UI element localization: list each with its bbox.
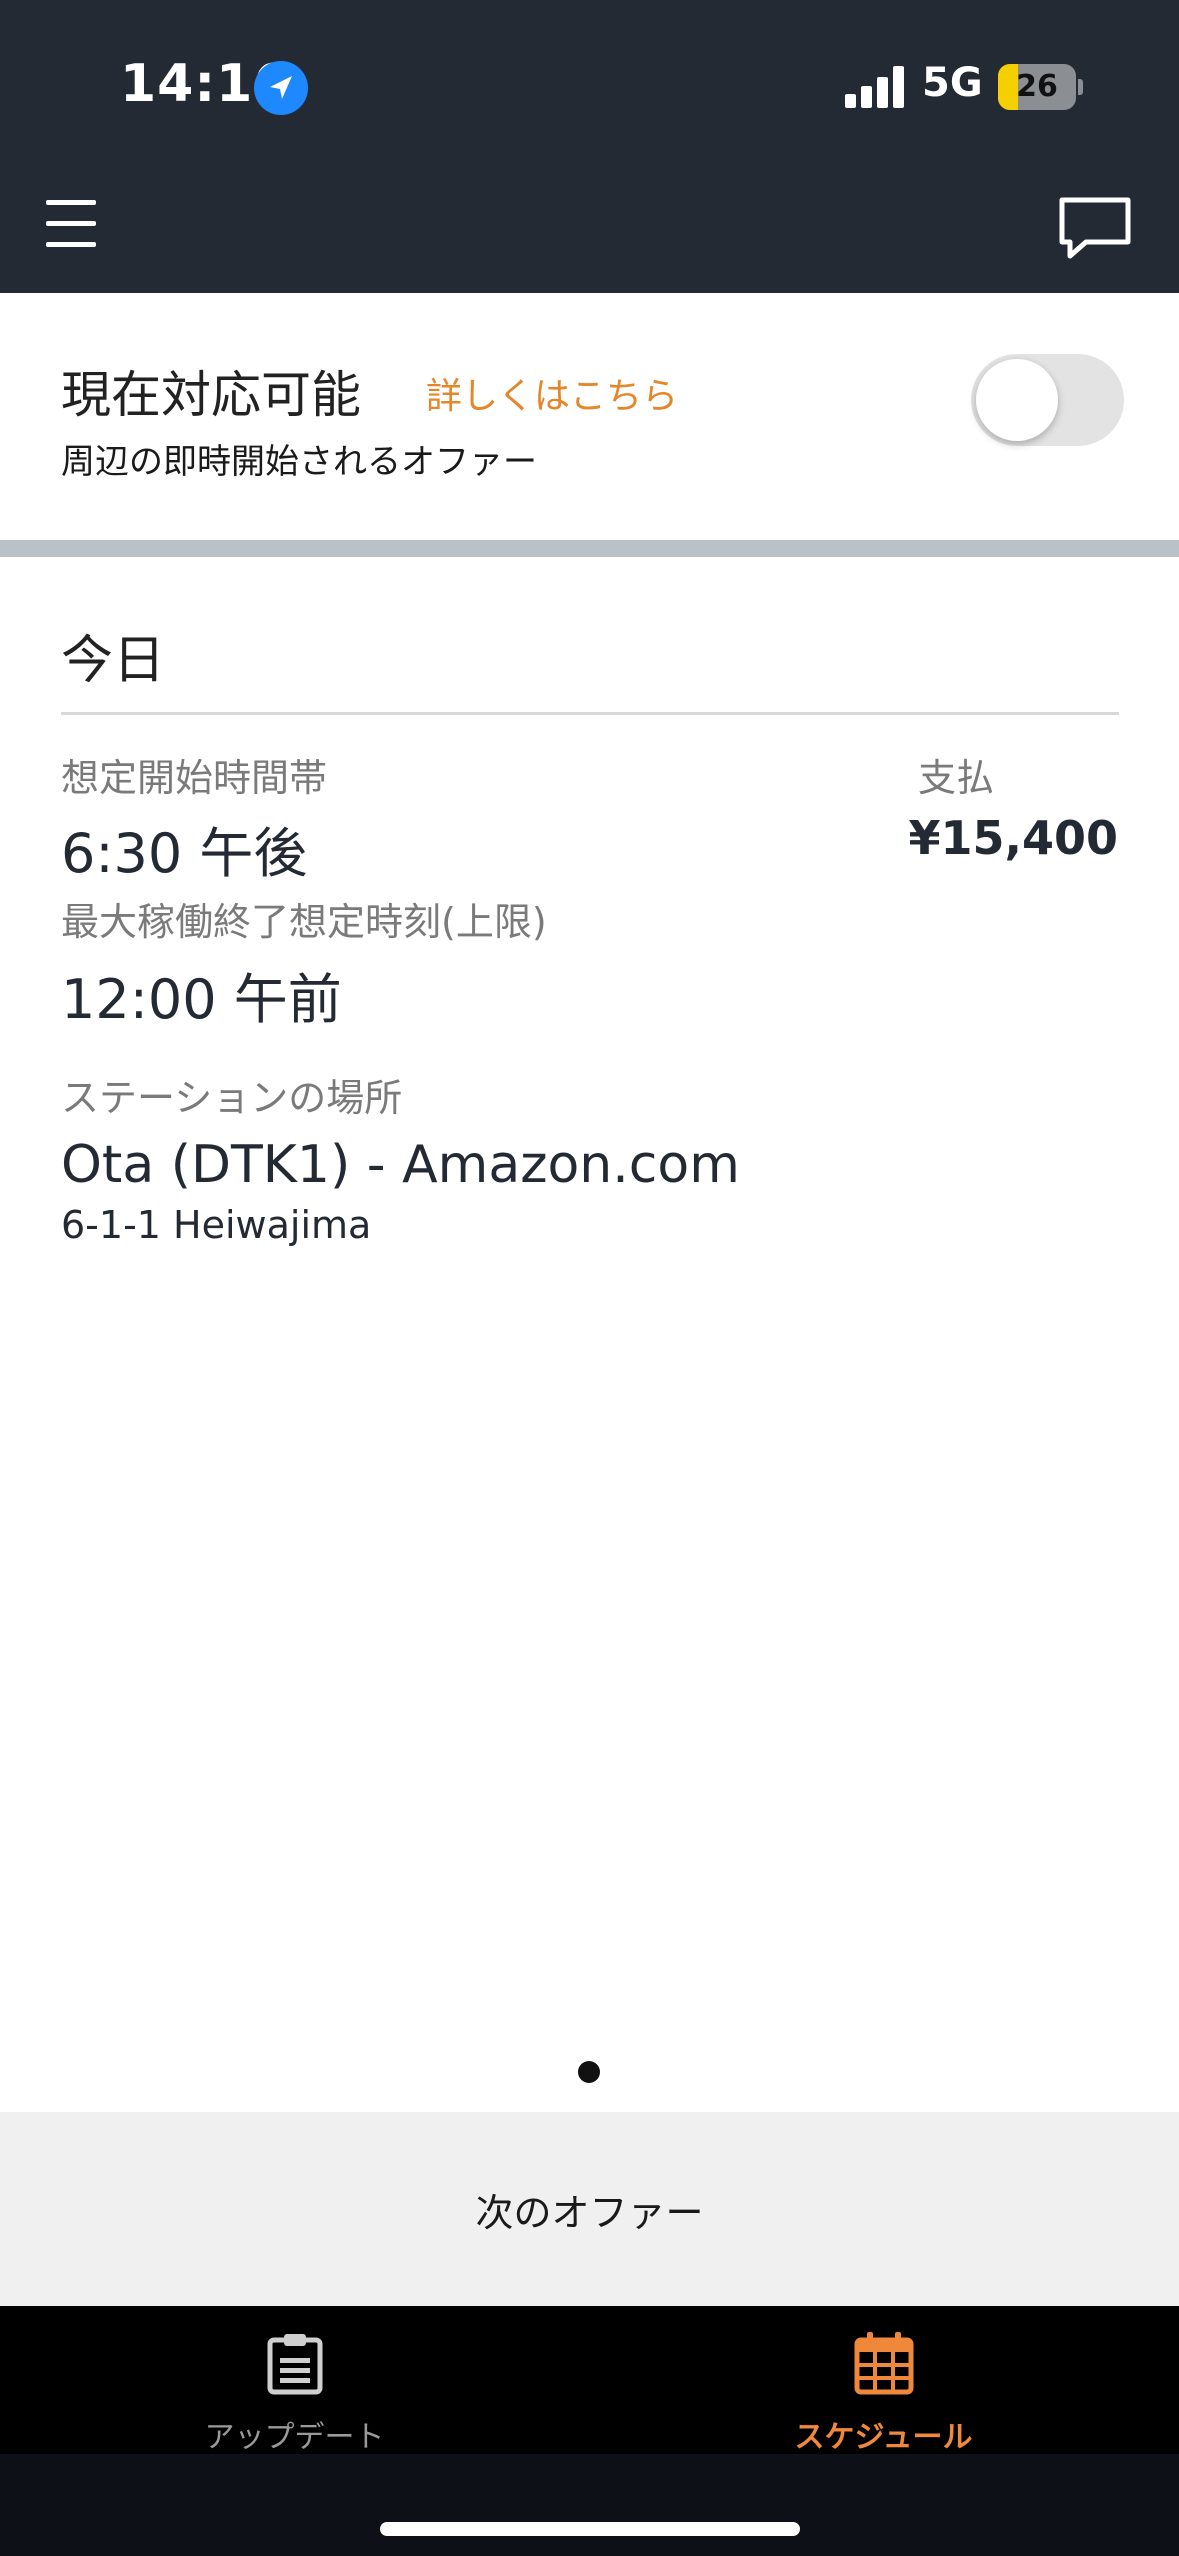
section-divider [0,540,1179,557]
start-time-value: 6:30 午後 [61,822,308,885]
top-bar: 14:16 5G 26 [0,0,1179,293]
calendar-icon [853,2330,915,2396]
learn-more-link[interactable]: 詳しくはこちら [426,367,678,419]
tab-updates[interactable]: アップデート [0,2306,589,2455]
clipboard-icon [264,2330,326,2396]
next-offer-button[interactable]: 次のオファー [0,2112,1179,2306]
home-indicator[interactable] [380,2522,800,2536]
cellular-signal-icon [845,66,905,108]
next-offer-label: 次のオファー [475,2191,704,2235]
station-name: Ota (DTK1) - Amazon.com [61,1135,740,1195]
hamburger-menu-icon[interactable] [46,200,98,248]
toggle-knob [976,359,1058,441]
tab-schedule-label: スケジュール [794,2420,973,2455]
battery-level: 26 [1016,69,1058,104]
battery-icon: 26 [998,64,1076,110]
pay-amount: ¥15,400 [908,811,1118,865]
page-indicator-dot [578,2061,600,2083]
station-label: ステーションの場所 [61,1076,403,1120]
offer-date-heading: 今日 [61,631,166,691]
availability-title: 現在対応可能 [61,366,361,424]
offer-divider [61,712,1119,715]
bottom-nav: アップデート スケジュール [0,2306,1179,2455]
app-screen: 14:16 5G 26 現在対応可能 詳しくはこちら 周辺の即時開始されるオファ… [0,0,1179,2556]
battery-tip [1078,79,1083,95]
availability-subtitle: 周辺の即時開始されるオファー [61,442,537,482]
availability-section: 現在対応可能 詳しくはこちら 周辺の即時開始されるオファー [0,293,1179,540]
end-time-label: 最大稼働終了想定時刻(上限) [61,900,547,944]
network-type: 5G [922,60,983,106]
location-arrow-icon [254,61,308,115]
station-address: 6-1-1 Heiwajima [61,1203,372,1247]
offer-card[interactable]: 今日 想定開始時間帯 6:30 午後 最大稼働終了想定時刻(上限) 12:00 … [0,557,1179,2112]
home-indicator-area [0,2454,1179,2556]
tab-updates-label: アップデート [204,2420,385,2455]
availability-toggle[interactable] [971,354,1124,446]
tab-schedule[interactable]: スケジュール [589,2306,1178,2455]
start-time-label: 想定開始時間帯 [61,756,328,800]
end-time-value: 12:00 午前 [61,968,342,1031]
chat-bubble-icon[interactable] [1056,194,1134,262]
pay-label: 支払 [918,756,995,800]
